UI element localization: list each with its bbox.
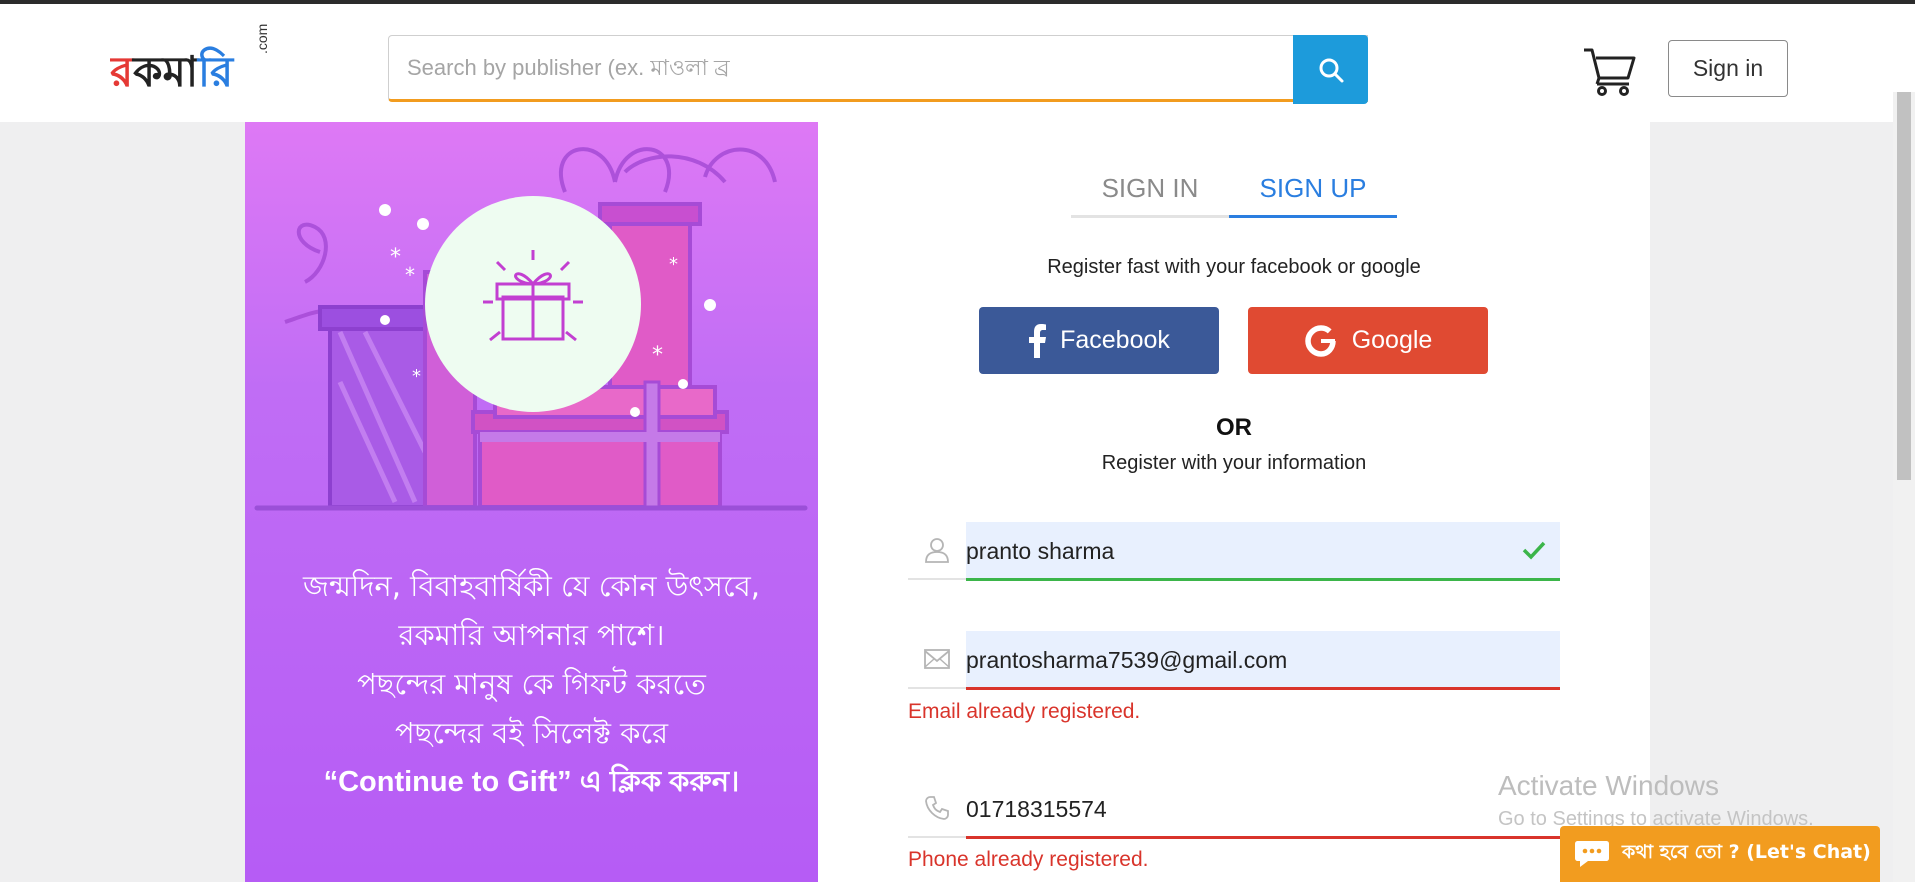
svg-text:*: *: [412, 366, 421, 387]
activate-windows-title: Activate Windows: [1498, 770, 1719, 801]
promo-line-3: পছন্দের মানুষ কে গিফট করতে: [357, 667, 706, 701]
name-field: pranto sharma: [908, 522, 1560, 582]
google-label: Google: [1351, 326, 1433, 354]
svg-text:রকমারি: রকমারি: [110, 46, 235, 96]
email-input[interactable]: prantosharma7539@gmail.com: [966, 631, 1560, 689]
email-field: prantosharma7539@gmail.com: [908, 631, 1560, 691]
site-logo[interactable]: রকমারি .com: [108, 24, 275, 102]
tab-signup[interactable]: SIGN UP: [1229, 162, 1397, 218]
logo-suffix: .com: [254, 23, 270, 54]
search-input[interactable]: [389, 36, 1294, 100]
mail-icon: [924, 649, 950, 669]
phone-icon: [925, 796, 949, 820]
svg-text:*: *: [390, 245, 401, 270]
auth-tabs: SIGN IN SIGN UP: [1071, 162, 1397, 218]
scrollbar-thumb[interactable]: [1897, 92, 1911, 480]
search-box: [388, 35, 1368, 102]
search-button[interactable]: [1293, 35, 1368, 104]
name-input[interactable]: pranto sharma: [966, 522, 1560, 580]
facebook-label: Facebook: [1060, 326, 1170, 354]
chat-icon: [1575, 841, 1609, 867]
promo-line-1: জন্মদিন, বিবাহবার্ষিকী যে কোন উৎসবে,: [303, 569, 760, 603]
phone-error-underline: [966, 836, 1560, 839]
signup-form-panel: SIGN IN SIGN UP Register fast with your …: [818, 122, 1650, 882]
social-register-title: Register fast with your facebook or goog…: [1047, 256, 1421, 278]
email-error: Email already registered.: [908, 700, 1141, 723]
check-icon: [1522, 541, 1546, 560]
cart-button[interactable]: [1582, 44, 1638, 96]
name-valid-underline: [966, 578, 1560, 581]
svg-text:*: *: [669, 254, 678, 275]
email-error-underline: [966, 687, 1560, 690]
phone-field: 01718315574: [908, 780, 1560, 840]
facebook-button[interactable]: Facebook: [979, 307, 1219, 374]
info-register-title: Register with your information: [1101, 452, 1367, 474]
tab-signin[interactable]: SIGN IN: [1071, 162, 1229, 218]
google-icon: [1304, 324, 1336, 357]
name-icon-cell: [908, 522, 966, 580]
gift-promo-panel: * * * * * জন্মদিন, বিবাহবার্ষিকী যে কোন …: [245, 122, 818, 882]
promo-line-2: রকমারি আপনার পাশে।: [398, 618, 665, 652]
cart-icon: [1584, 48, 1636, 96]
svg-text:*: *: [405, 263, 415, 287]
phone-icon-cell: [908, 780, 966, 838]
google-button[interactable]: Google: [1248, 307, 1488, 374]
user-icon: [925, 538, 949, 563]
facebook-icon: [1029, 323, 1047, 358]
phone-error: Phone already registered.: [908, 848, 1149, 871]
search-icon: [1319, 58, 1343, 82]
phone-input[interactable]: 01718315574: [966, 780, 1560, 838]
site-header: রকমারি .com Sign in: [0, 4, 1915, 122]
or-divider: OR: [1216, 414, 1252, 441]
email-icon-cell: [908, 631, 966, 689]
logo-wordmark: রকমারি: [108, 46, 235, 96]
promo-line-5: “Continue to Gift” এ ক্লিক করুন।: [323, 766, 740, 798]
header-signin-button[interactable]: Sign in: [1668, 40, 1788, 97]
promo-message: জন্মদিন, বিবাহবার্ষিকী যে কোন উৎসবে, রকম…: [245, 562, 818, 807]
live-chat-label: কথা হবে তো ? (Let's Chat): [1622, 841, 1871, 863]
svg-text:*: *: [652, 343, 663, 368]
live-chat-button[interactable]: কথা হবে তো ? (Let's Chat): [1560, 826, 1880, 882]
gift-illustration: * * * * *: [254, 147, 808, 511]
promo-line-4: পছন্দের বই সিলেক্ট করে: [394, 716, 669, 750]
